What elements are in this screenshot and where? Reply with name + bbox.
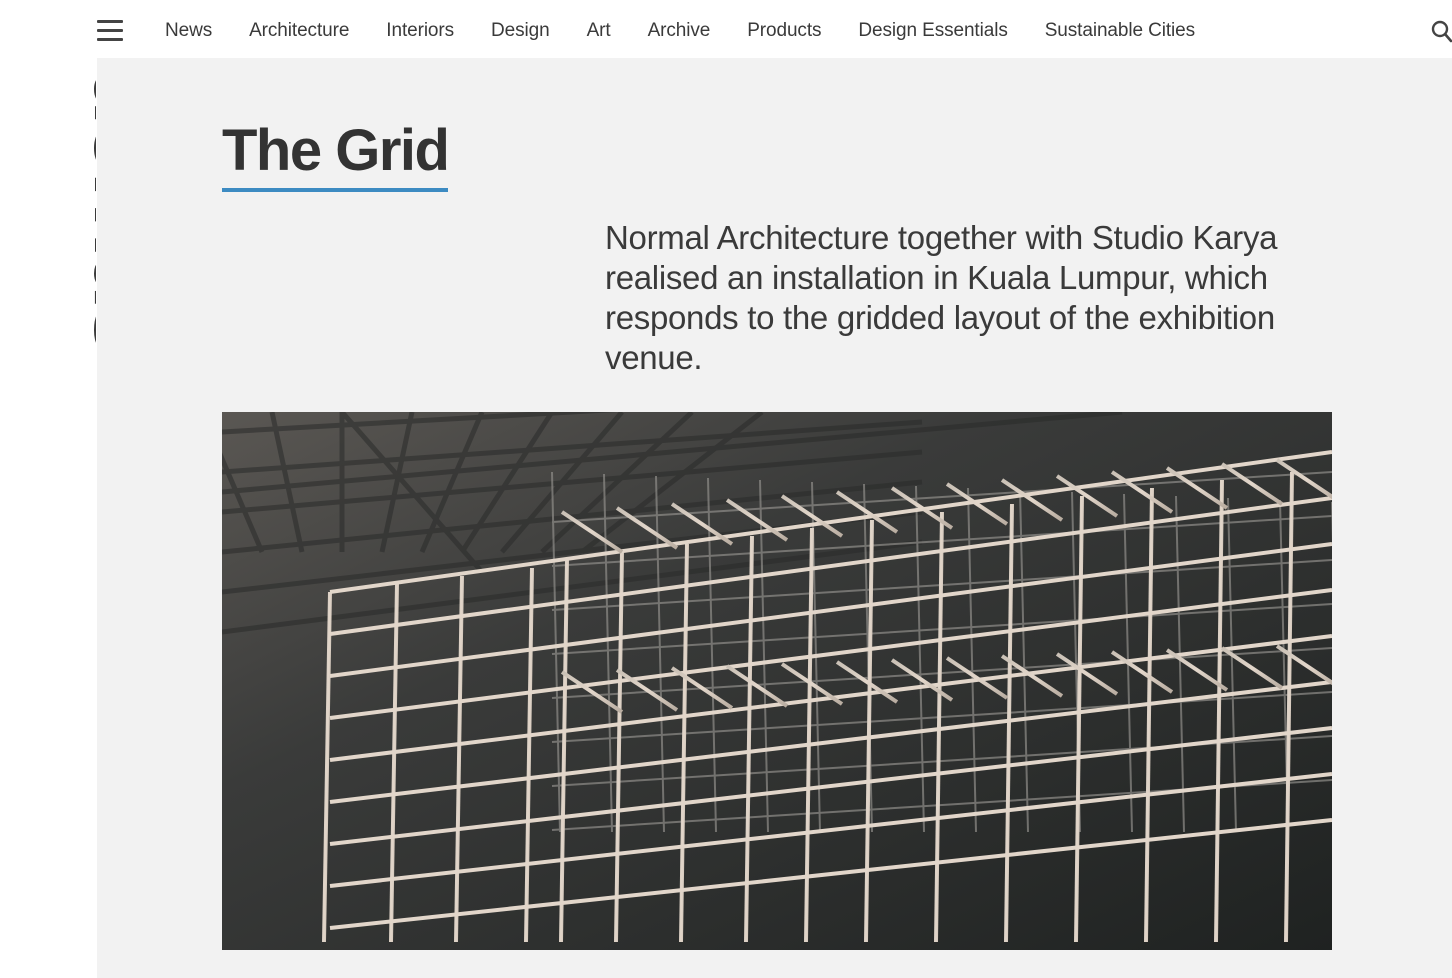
article-lead: Normal Architecture together with Studio… [605,219,1278,376]
search-icon[interactable] [1430,18,1452,44]
nav-item-design[interactable]: Design [491,18,550,44]
domus-logo[interactable]: domus [18,66,180,354]
nav-item-sustainable-cities[interactable]: Sustainable Cities [1045,18,1195,44]
nav-item-archive[interactable]: Archive [648,18,711,44]
hero-image [222,412,1332,950]
article-title: The Grid [222,116,450,192]
nav-item-news[interactable]: News [165,18,212,44]
nav-item-architecture[interactable]: Architecture [249,18,349,44]
logo-text: domus [75,66,96,352]
main-nav: News Architecture Interiors Design Art A… [165,18,1232,44]
nav-item-design-essentials[interactable]: Design Essentials [858,18,1007,44]
hamburger-menu-icon[interactable] [97,20,123,42]
top-navigation-bar: News Architecture Interiors Design Art A… [0,0,1452,58]
nav-item-products[interactable]: Products [747,18,821,44]
nav-item-art[interactable]: Art [587,18,611,44]
nav-item-interiors[interactable]: Interiors [386,18,454,44]
